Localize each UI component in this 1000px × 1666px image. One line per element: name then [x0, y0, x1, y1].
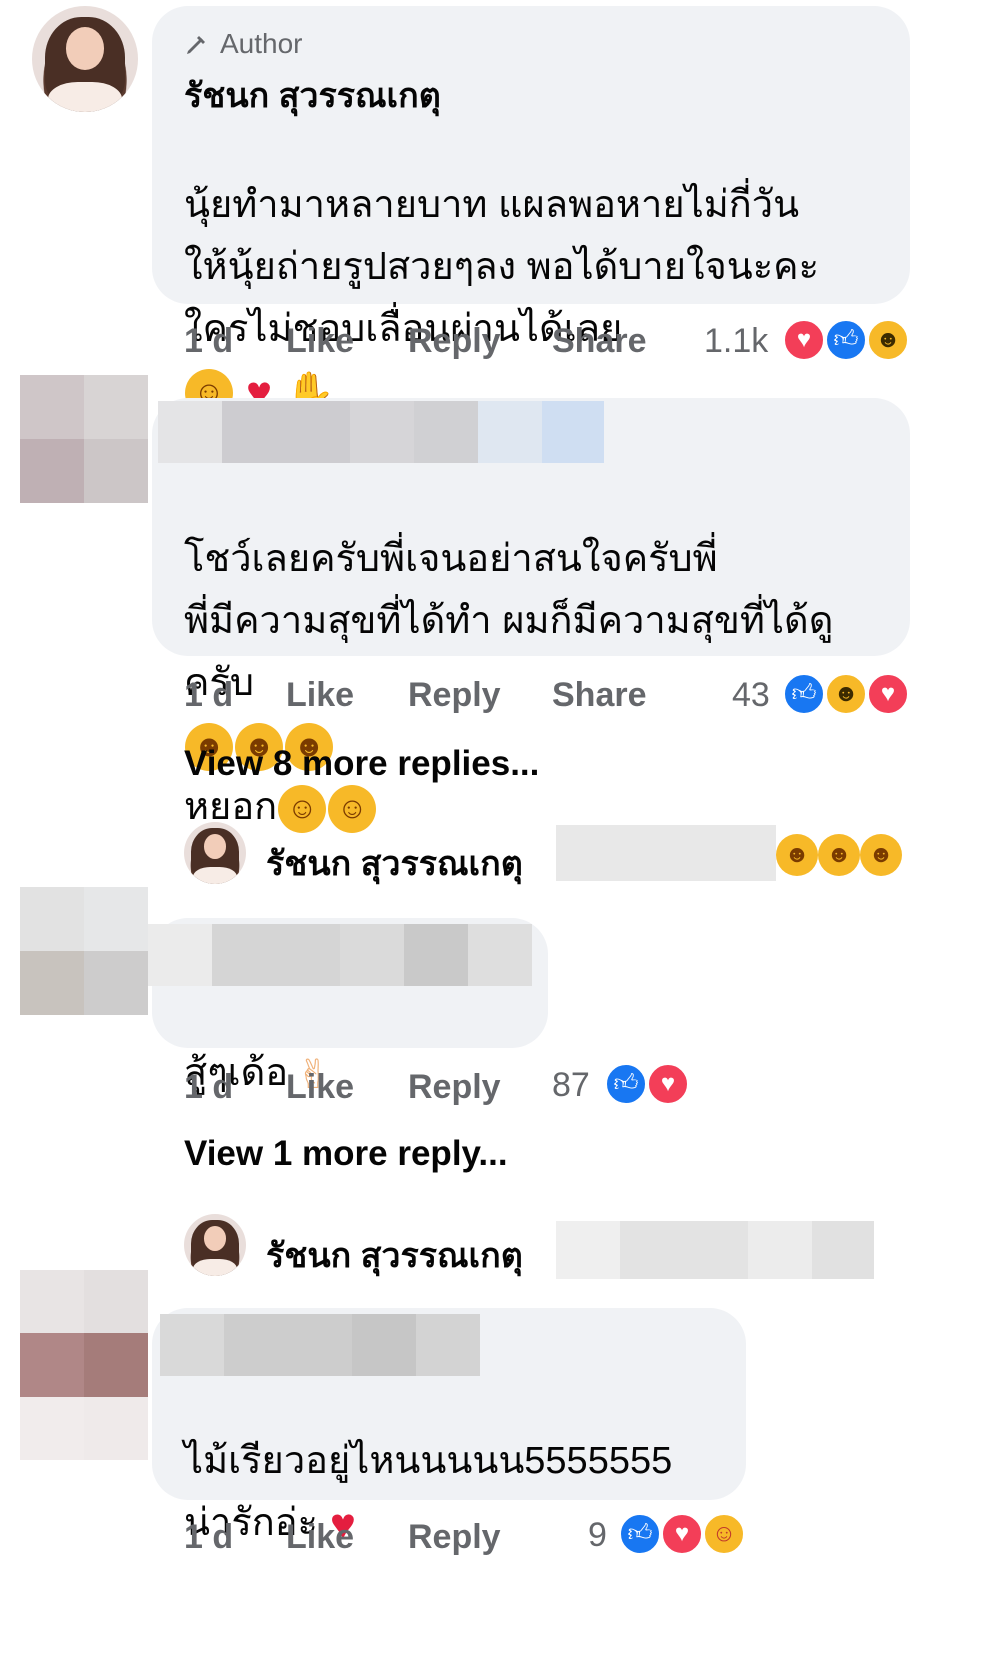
- heart-icon: ♥: [782, 318, 826, 362]
- laughing-tears-icon: ☻: [860, 834, 902, 876]
- commenter-name-blurred[interactable]: [158, 401, 604, 463]
- reaction-count[interactable]: 43: [732, 676, 770, 715]
- reply-author-avatar[interactable]: [184, 822, 246, 884]
- laughing-tears-icon: ☻: [776, 834, 818, 876]
- like-button[interactable]: Like: [286, 1518, 354, 1557]
- laughing-face-icon: ☻: [866, 318, 910, 362]
- heart-icon: ♥: [646, 1062, 690, 1106]
- like-button[interactable]: Like: [286, 1068, 354, 1107]
- reply-button[interactable]: Reply: [408, 676, 501, 715]
- reply-preview-author-name[interactable]: รัชนก สุวรรณเกตุ: [266, 1228, 523, 1282]
- laughing-tears-icon: ☻: [818, 834, 860, 876]
- comment-time[interactable]: 1 d: [184, 322, 233, 361]
- view-more-replies-link[interactable]: View 8 more replies...: [184, 744, 539, 784]
- reaction-count[interactable]: 9: [588, 1516, 607, 1555]
- author-badge: Author: [184, 26, 303, 62]
- care-face-icon: ☺: [702, 1512, 746, 1556]
- like-button[interactable]: Like: [286, 322, 354, 361]
- author-avatar[interactable]: [32, 6, 138, 112]
- thumbs-up-icon: 👍︎: [618, 1512, 662, 1556]
- reply-button[interactable]: Reply: [408, 1068, 501, 1107]
- reaction-count[interactable]: 87: [552, 1066, 590, 1105]
- heart-icon: ♥: [660, 1512, 704, 1556]
- commenter-avatar-blurred[interactable]: [20, 1270, 148, 1460]
- reply-button[interactable]: Reply: [408, 1518, 501, 1557]
- laughing-face-icon: ☻: [824, 672, 868, 716]
- comment-time[interactable]: 1 d: [184, 1518, 233, 1557]
- pencil-icon: [184, 32, 208, 56]
- share-button[interactable]: Share: [552, 676, 647, 715]
- thumbs-up-icon: 👍︎: [604, 1062, 648, 1106]
- comment-time[interactable]: 1 d: [184, 1068, 233, 1107]
- reply-preview-text-blurred: [556, 825, 776, 881]
- comment-text: นุ้ยทำมาหลายบาท แผลพอหายไม่กี่วัน ให้นุ้…: [184, 184, 820, 417]
- comment-time[interactable]: 1 d: [184, 676, 233, 715]
- reply-preview-text-blurred: [556, 1221, 874, 1279]
- author-badge-label: Author: [220, 28, 303, 59]
- reply-preview-author-name[interactable]: รัชนก สุวรรณเกตุ: [266, 836, 523, 890]
- thumbs-up-icon: 👍︎: [824, 318, 868, 362]
- like-button[interactable]: Like: [286, 676, 354, 715]
- smiling-face-with-hearts-icon: ☺: [328, 784, 377, 833]
- heart-icon: ♥: [866, 672, 910, 716]
- reaction-count[interactable]: 1.1k: [704, 322, 768, 361]
- smiling-face-with-hearts-icon: ☺: [278, 784, 327, 833]
- commenter-avatar-blurred[interactable]: [20, 375, 148, 503]
- comment-actions: 1 d Like Reply: [184, 1518, 684, 1562]
- reply-button[interactable]: Reply: [408, 322, 501, 361]
- view-more-replies-link[interactable]: View 1 more reply...: [184, 1134, 508, 1174]
- reply-author-avatar[interactable]: [184, 1214, 246, 1276]
- share-button[interactable]: Share: [552, 322, 647, 361]
- commenter-name-blurred[interactable]: [148, 924, 532, 986]
- commenter-avatar-blurred[interactable]: [20, 887, 148, 1015]
- commenter-name-blurred[interactable]: [160, 1314, 480, 1376]
- thumbs-up-icon: 👍︎: [782, 672, 826, 716]
